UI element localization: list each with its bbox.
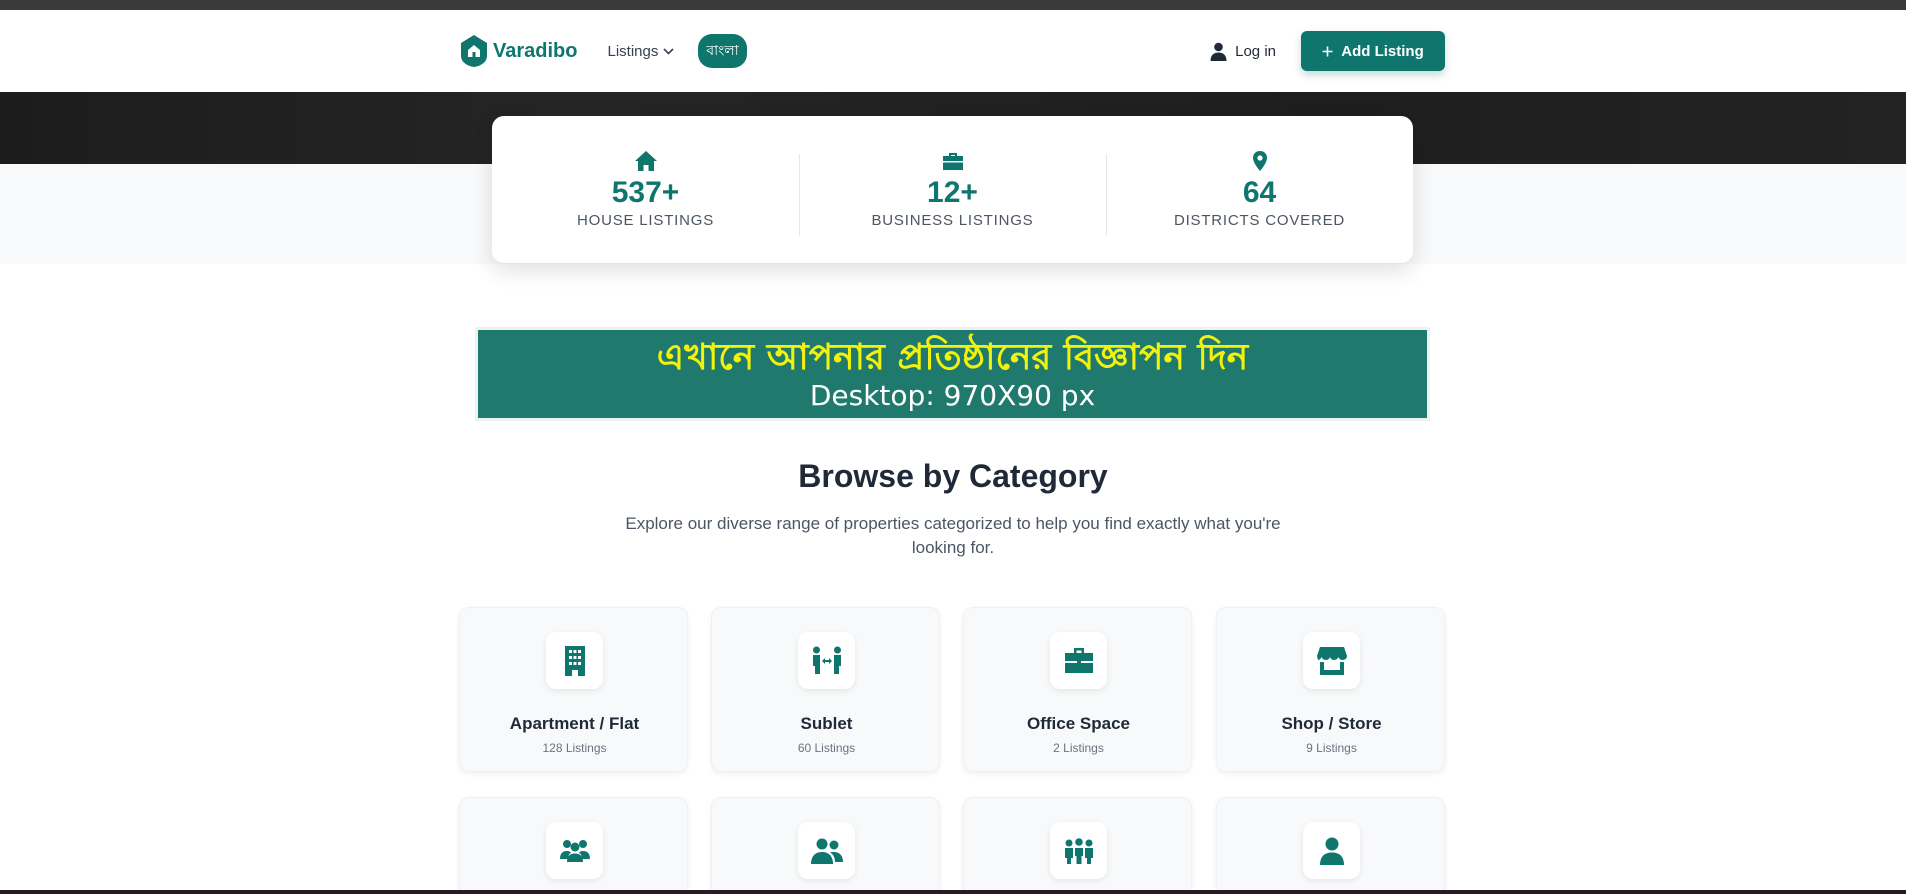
stat-value: 537+ xyxy=(611,176,680,209)
people-group-icon xyxy=(1064,837,1093,864)
category-icon-box xyxy=(546,632,603,689)
category-name: Office Space xyxy=(1027,714,1130,733)
ad-banner[interactable]: এখানে আপনার প্রতিষ্ঠানের বিজ্ঞাপন দিন De… xyxy=(478,330,1427,418)
navbar-inner: Varadibo Listings বাংলা Log in Add Listi… xyxy=(459,10,1445,92)
category-icon-box xyxy=(1050,632,1107,689)
nav-right: Log in Add Listing xyxy=(1210,31,1445,71)
category-card[interactable] xyxy=(1216,797,1445,894)
listings-label: Listings xyxy=(607,42,659,60)
category-card-sublet[interactable]: Sublet 60 Listings xyxy=(711,607,940,772)
category-icon-box xyxy=(546,822,603,879)
login-link[interactable]: Log in xyxy=(1210,42,1276,61)
language-toggle[interactable]: বাংলা xyxy=(698,34,747,68)
category-icon-box xyxy=(1303,822,1360,879)
category-icon-box xyxy=(1303,632,1360,689)
category-icon-box xyxy=(1050,822,1107,879)
category-name: Sublet xyxy=(800,714,853,733)
category-name: Apartment / Flat xyxy=(509,714,640,733)
category-count: 9 Listings xyxy=(1306,741,1357,755)
browser-bottom-strip xyxy=(0,890,1906,894)
people-arrows-icon xyxy=(812,646,841,674)
briefcase-icon xyxy=(942,153,963,170)
user-icon xyxy=(1210,42,1227,61)
listings-dropdown[interactable]: Listings xyxy=(607,43,674,60)
ad-size-text: Desktop: 970X90 px xyxy=(809,379,1096,412)
category-name: Shop / Store xyxy=(1281,714,1382,733)
brand-logo[interactable]: Varadibo xyxy=(459,34,577,68)
stat-value: 64 xyxy=(1242,176,1277,209)
category-card-office-space[interactable]: Office Space 2 Listings xyxy=(963,607,1192,772)
brand-name: Varadibo xyxy=(493,39,578,62)
stat-value: 12+ xyxy=(927,176,978,209)
ad-headline: এখানে আপনার প্রতিষ্ঠানের বিজ্ঞাপন দিন xyxy=(656,337,1249,378)
section-subtitle: Explore our diverse range of properties … xyxy=(625,514,1281,557)
stat-districts-covered: 64 DISTRICTS COVERED xyxy=(1106,150,1413,236)
category-card[interactable] xyxy=(459,797,688,894)
stat-label: HOUSE LISTINGS xyxy=(576,212,715,229)
category-card-shop-store[interactable]: Shop / Store 9 Listings xyxy=(1216,607,1445,772)
category-icon-box xyxy=(798,632,855,689)
navbar: Varadibo Listings বাংলা Log in Add Listi… xyxy=(0,10,1906,92)
category-count: 60 Listings xyxy=(797,741,856,755)
category-count: 2 Listings xyxy=(1053,741,1104,755)
browser-top-strip xyxy=(0,0,1906,10)
chevron-down-icon xyxy=(663,47,674,55)
user-group-icon xyxy=(810,838,843,864)
stat-business-listings: 12+ BUSINESS LISTINGS xyxy=(799,150,1106,236)
home-icon xyxy=(634,151,657,171)
user-icon xyxy=(1319,837,1344,865)
category-card[interactable] xyxy=(963,797,1192,894)
stat-label: DISTRICTS COVERED xyxy=(1173,212,1346,229)
category-card-apartment[interactable]: Apartment / Flat 128 Listings xyxy=(459,607,688,772)
stats-card: 537+ HOUSE LISTINGS 12+ BUSINESS LISTING… xyxy=(492,116,1413,263)
add-listing-button[interactable]: Add Listing xyxy=(1301,31,1445,71)
category-count: 128 Listings xyxy=(542,741,607,755)
stat-label: BUSINESS LISTINGS xyxy=(871,212,1034,229)
category-card[interactable] xyxy=(711,797,940,894)
add-listing-label: Add Listing xyxy=(1341,42,1424,60)
map-pin-icon xyxy=(1252,151,1267,171)
category-icon-box xyxy=(798,822,855,879)
house-logo-icon xyxy=(461,35,487,67)
users-icon xyxy=(559,839,590,862)
login-label: Log in xyxy=(1235,42,1276,60)
plus-icon xyxy=(1322,46,1333,56)
stat-house-listings: 537+ HOUSE LISTINGS xyxy=(492,150,799,229)
section-title: Browse by Category xyxy=(798,458,1108,494)
building-icon xyxy=(564,645,585,676)
store-icon xyxy=(1316,646,1347,675)
briefcase-icon xyxy=(1064,647,1093,673)
